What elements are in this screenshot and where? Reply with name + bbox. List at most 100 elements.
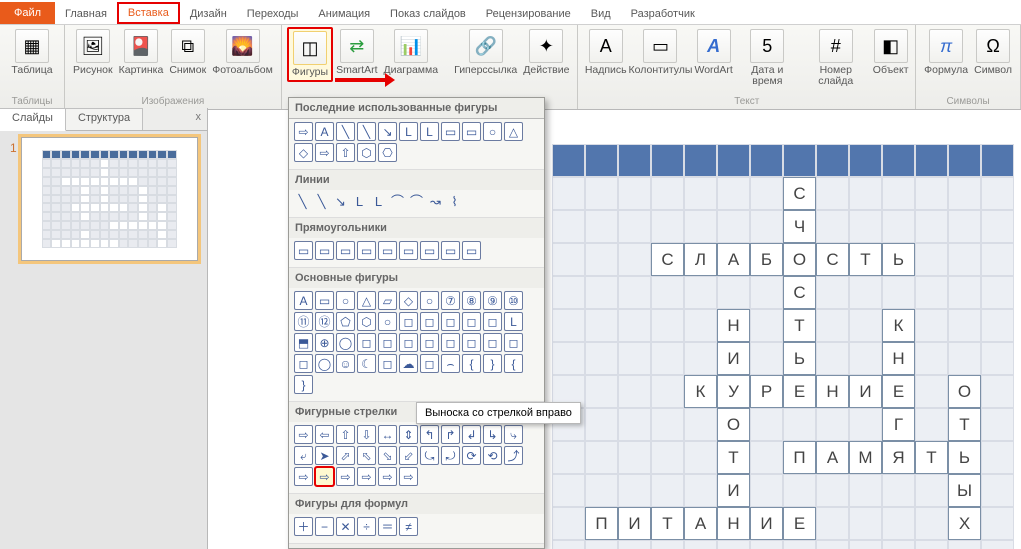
symbol-button[interactable]: ΩСимвол: [971, 27, 1015, 78]
shape-item[interactable]: ▭: [378, 241, 397, 260]
shape-item[interactable]: ◻: [420, 354, 439, 373]
smartart-button[interactable]: ⇄SmartArt: [333, 27, 380, 78]
shape-item[interactable]: ◻: [462, 312, 481, 331]
crossword-cell[interactable]: Е: [882, 375, 915, 408]
crossword-cell[interactable]: Я: [882, 441, 915, 474]
crossword-cell[interactable]: Н: [882, 342, 915, 375]
crossword-cell[interactable]: И: [717, 342, 750, 375]
shape-item[interactable]: ⊕: [315, 333, 334, 352]
crossword-cell[interactable]: С: [816, 243, 849, 276]
crossword-cell[interactable]: У: [717, 375, 750, 408]
shape-item[interactable]: ＝: [378, 517, 397, 536]
headerfooter-button[interactable]: ▭Колонтитулы: [628, 27, 693, 78]
album-button[interactable]: 🌄Фотоальбом: [209, 27, 276, 78]
shape-item[interactable]: △: [504, 122, 523, 141]
tab-design[interactable]: Дизайн: [180, 4, 237, 24]
shapes-button[interactable]: ◫Фигуры: [287, 27, 333, 82]
shape-item[interactable]: ⇨: [357, 467, 376, 486]
shape-item[interactable]: A: [315, 122, 334, 141]
crossword-cell[interactable]: Р: [750, 375, 783, 408]
shape-item[interactable]: ○: [420, 291, 439, 310]
shape-item[interactable]: ▭: [441, 241, 460, 260]
shape-item[interactable]: ▭: [315, 291, 334, 310]
hyperlink-button[interactable]: 🔗Гиперссылка: [451, 27, 520, 78]
crossword-cell[interactable]: С: [783, 177, 816, 210]
textbox-button[interactable]: АНадпись: [583, 27, 628, 78]
shape-item[interactable]: L: [420, 122, 439, 141]
crossword-cell[interactable]: Е: [783, 507, 816, 540]
pane-tab-outline[interactable]: Структура: [66, 108, 143, 130]
shape-item[interactable]: ◻: [441, 333, 460, 352]
shape-item[interactable]: ⬁: [357, 446, 376, 465]
shape-item[interactable]: ⇦: [315, 425, 334, 444]
tab-slideshow[interactable]: Показ слайдов: [380, 4, 476, 24]
shape-item[interactable]: ▭: [399, 241, 418, 260]
crossword-cell[interactable]: Т: [849, 243, 882, 276]
shape-item[interactable]: L: [504, 312, 523, 331]
shape-item[interactable]: ⇨: [315, 467, 334, 486]
crossword-cell[interactable]: Ь: [882, 243, 915, 276]
tab-insert[interactable]: Вставка: [117, 2, 180, 24]
shape-item[interactable]: ⑦: [441, 291, 460, 310]
shape-item[interactable]: ▭: [441, 122, 460, 141]
crossword-cell[interactable]: Ч: [783, 210, 816, 243]
crossword-cell[interactable]: Н: [717, 309, 750, 342]
shape-item[interactable]: }: [483, 354, 502, 373]
shape-item[interactable]: ⇨: [294, 467, 313, 486]
shape-item[interactable]: {: [504, 354, 523, 373]
crossword-cell[interactable]: Г: [882, 408, 915, 441]
crossword-cell[interactable]: Н: [816, 375, 849, 408]
crossword-cell[interactable]: Т: [717, 441, 750, 474]
shape-item[interactable]: ⑫: [315, 312, 334, 331]
shape-item[interactable]: △: [357, 291, 376, 310]
shape-item[interactable]: ⇨: [315, 143, 334, 162]
screenshot-button[interactable]: ⧉Снимок: [166, 27, 209, 78]
shape-item[interactable]: ▭: [336, 241, 355, 260]
shape-item[interactable]: ↰: [420, 425, 439, 444]
shape-item[interactable]: ▱: [378, 291, 397, 310]
shape-item[interactable]: ⇩: [357, 425, 376, 444]
picture-button[interactable]: 🖼Рисунок: [70, 27, 116, 78]
shape-item[interactable]: ⟲: [483, 446, 502, 465]
shape-item[interactable]: ◯: [336, 333, 355, 352]
crossword-cell[interactable]: Т: [948, 408, 981, 441]
shape-item[interactable]: ▭: [357, 241, 376, 260]
shape-item[interactable]: ◻: [483, 312, 502, 331]
crossword-cell[interactable]: П: [783, 441, 816, 474]
shape-item[interactable]: ↘: [332, 193, 349, 210]
shape-item[interactable]: ⟳: [462, 446, 481, 465]
shape-item[interactable]: ☾: [357, 354, 376, 373]
object-button[interactable]: ◧Объект: [871, 27, 910, 78]
crossword-cell[interactable]: Л: [684, 243, 717, 276]
shape-item[interactable]: ↔: [378, 425, 397, 444]
shape-item[interactable]: ◯: [315, 354, 334, 373]
action-button[interactable]: ✦Действие: [520, 27, 572, 78]
crossword-cell[interactable]: Х: [948, 507, 981, 540]
crossword-cell[interactable]: Ь: [948, 441, 981, 474]
shape-item[interactable]: ▭: [462, 241, 481, 260]
tab-transitions[interactable]: Переходы: [237, 4, 309, 24]
shape-item[interactable]: ⇧: [336, 425, 355, 444]
shape-item[interactable]: ▭: [420, 241, 439, 260]
shape-item[interactable]: ⤴: [504, 446, 523, 465]
shape-item[interactable]: ⬀: [336, 446, 355, 465]
shape-item[interactable]: ⑩: [504, 291, 523, 310]
tab-animation[interactable]: Анимация: [308, 4, 380, 24]
shape-item[interactable]: ╲: [294, 193, 311, 210]
shape-item[interactable]: ▭: [462, 122, 481, 141]
clipart-button[interactable]: 🎴Картинка: [116, 27, 167, 78]
shape-item[interactable]: ╲: [357, 122, 376, 141]
crossword-cell[interactable]: П: [585, 507, 618, 540]
shape-item[interactable]: ↳: [483, 425, 502, 444]
shape-item[interactable]: ⤿: [420, 446, 439, 465]
shape-item[interactable]: ⬃: [399, 446, 418, 465]
shape-item[interactable]: ⑪: [294, 312, 313, 331]
crossword-cell[interactable]: О: [717, 408, 750, 441]
tab-home[interactable]: Главная: [55, 4, 117, 24]
shape-item[interactable]: ◻: [399, 333, 418, 352]
shape-item[interactable]: ○: [336, 291, 355, 310]
shape-item[interactable]: ◻: [378, 333, 397, 352]
crossword-cell[interactable]: А: [816, 441, 849, 474]
shape-item[interactable]: ◻: [399, 312, 418, 331]
shape-item[interactable]: L: [370, 193, 387, 210]
